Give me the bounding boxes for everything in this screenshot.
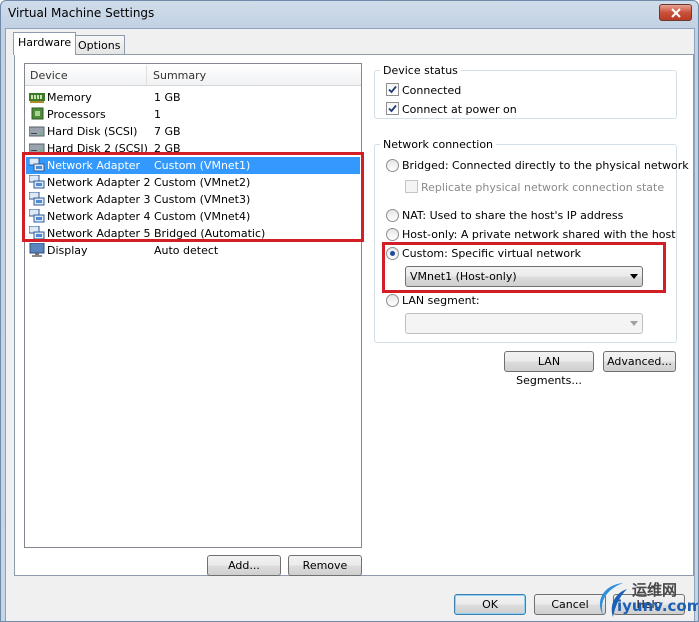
remove-device-button[interactable]: Remove — [288, 555, 362, 576]
device-row-hard-disk[interactable]: Hard Disk (SCSI) 7 GB — [26, 123, 360, 140]
device-name: Network Adapter 4 — [47, 210, 151, 223]
nat-radio[interactable] — [386, 209, 399, 222]
device-name: Network Adapter 5 — [47, 227, 151, 240]
lan-segment-select[interactable] — [405, 313, 643, 334]
lan-segment-label: LAN segment: — [402, 294, 480, 307]
advanced-button[interactable]: Advanced... — [603, 351, 676, 372]
device-summary: Custom (VMnet4) — [154, 210, 251, 223]
custom-network-value: VMnet1 (Host-only) — [410, 270, 517, 283]
device-row-display[interactable]: Display Auto detect — [26, 242, 360, 259]
close-button[interactable] — [659, 4, 692, 21]
bridged-radio[interactable] — [386, 159, 399, 172]
device-status-legend: Device status — [380, 64, 461, 77]
network-adapter-icon — [29, 158, 45, 172]
watermark-url-text: iyunv.com — [617, 597, 699, 615]
device-summary: 7 GB — [154, 125, 181, 138]
connected-checkbox[interactable] — [386, 83, 399, 96]
nat-label: NAT: Used to share the host's IP address — [402, 209, 624, 222]
device-row-memory[interactable]: Memory 1 GB — [26, 89, 360, 106]
lan-segments-button[interactable]: LAN Segments... — [504, 351, 594, 387]
bridged-label: Bridged: Connected directly to the physi… — [402, 159, 689, 172]
device-list[interactable]: Device Summary Memory 1 GB Processors 1 … — [24, 63, 362, 548]
host-only-label: Host-only: A private network shared with… — [402, 228, 676, 241]
radio-dot — [390, 251, 395, 256]
add-device-button[interactable]: Add... — [207, 555, 281, 576]
lan-segment-radio[interactable] — [386, 294, 399, 307]
device-summary: 1 GB — [154, 91, 181, 104]
network-adapter-icon — [29, 209, 45, 223]
device-row-network-adapter-3[interactable]: Network Adapter 3 Custom (VMnet3) — [26, 191, 360, 208]
site-watermark: 运维网 iyunv.com — [593, 577, 699, 621]
network-adapter-icon — [29, 175, 45, 189]
hard-disk-icon — [29, 126, 45, 137]
custom-label: Custom: Specific virtual network — [402, 247, 581, 260]
device-name: Hard Disk 2 (SCSI) — [47, 142, 148, 155]
device-row-network-adapter[interactable]: Network Adapter Custom (VMnet1) — [26, 157, 360, 174]
device-row-hard-disk-2[interactable]: Hard Disk 2 (SCSI) 2 GB — [26, 140, 360, 157]
connect-at-power-on-label: Connect at power on — [402, 103, 517, 116]
device-summary: Auto detect — [154, 244, 219, 257]
device-name: Processors — [47, 108, 106, 121]
device-summary: 2 GB — [154, 142, 181, 155]
memory-icon — [29, 93, 45, 103]
chevron-down-icon — [630, 274, 638, 279]
device-row-network-adapter-4[interactable]: Network Adapter 4 Custom (VMnet4) — [26, 208, 360, 225]
device-status-group: Device status Connected Connect at power… — [374, 64, 677, 119]
title-bar[interactable]: Virtual Machine Settings — [1, 1, 698, 27]
host-only-radio[interactable] — [386, 228, 399, 241]
device-row-network-adapter-5[interactable]: Network Adapter 5 Bridged (Automatic) — [26, 225, 360, 242]
device-row-processors[interactable]: Processors 1 — [26, 106, 360, 123]
tab-options[interactable]: Options — [73, 35, 126, 55]
device-name: Network Adapter 3 — [47, 193, 151, 206]
chevron-down-icon — [630, 321, 638, 326]
processor-icon — [31, 107, 44, 120]
device-name: Display — [47, 244, 88, 257]
custom-network-select[interactable]: VMnet1 (Host-only) — [405, 266, 643, 287]
hardware-tab-panel: Device Summary Memory 1 GB Processors 1 … — [14, 54, 694, 576]
window-title: Virtual Machine Settings — [8, 6, 155, 20]
network-adapter-icon — [29, 226, 45, 240]
ok-button[interactable]: OK — [454, 594, 526, 615]
checkmark-icon — [388, 104, 397, 113]
device-summary: Custom (VMnet2) — [154, 176, 251, 189]
replicate-state-label: Replicate physical network connection st… — [421, 181, 665, 194]
device-summary: Custom (VMnet1) — [154, 159, 251, 172]
checkmark-icon — [388, 85, 397, 94]
replicate-state-checkbox[interactable] — [405, 180, 418, 193]
device-name: Hard Disk (SCSI) — [47, 125, 138, 138]
connected-label: Connected — [402, 84, 462, 97]
tab-hardware[interactable]: Hardware — [13, 32, 77, 55]
device-name: Network Adapter 2 — [47, 176, 151, 189]
device-summary: 1 — [154, 108, 161, 121]
device-list-header: Device Summary — [25, 64, 361, 86]
dialog-client-area: Hardware Options Device Summary Memory 1… — [5, 28, 695, 621]
device-name: Memory — [47, 91, 92, 104]
hard-disk-icon — [29, 143, 45, 154]
device-name: Network Adapter — [47, 159, 141, 172]
connect-at-power-on-checkbox[interactable] — [386, 102, 399, 115]
column-header-device[interactable]: Device — [30, 69, 68, 82]
close-icon — [670, 7, 681, 18]
device-summary: Custom (VMnet3) — [154, 193, 251, 206]
column-header-summary[interactable]: Summary — [153, 69, 206, 82]
custom-radio[interactable] — [386, 247, 399, 260]
network-connection-legend: Network connection — [380, 138, 497, 151]
display-icon — [29, 243, 45, 257]
column-divider[interactable] — [146, 65, 147, 85]
virtual-machine-settings-window: Virtual Machine Settings Hardware Option… — [0, 0, 699, 622]
device-summary: Bridged (Automatic) — [154, 227, 266, 240]
network-adapter-icon — [29, 192, 45, 206]
device-row-network-adapter-2[interactable]: Network Adapter 2 Custom (VMnet2) — [26, 174, 360, 191]
network-connection-group: Network connection Bridged: Connected di… — [374, 138, 689, 343]
